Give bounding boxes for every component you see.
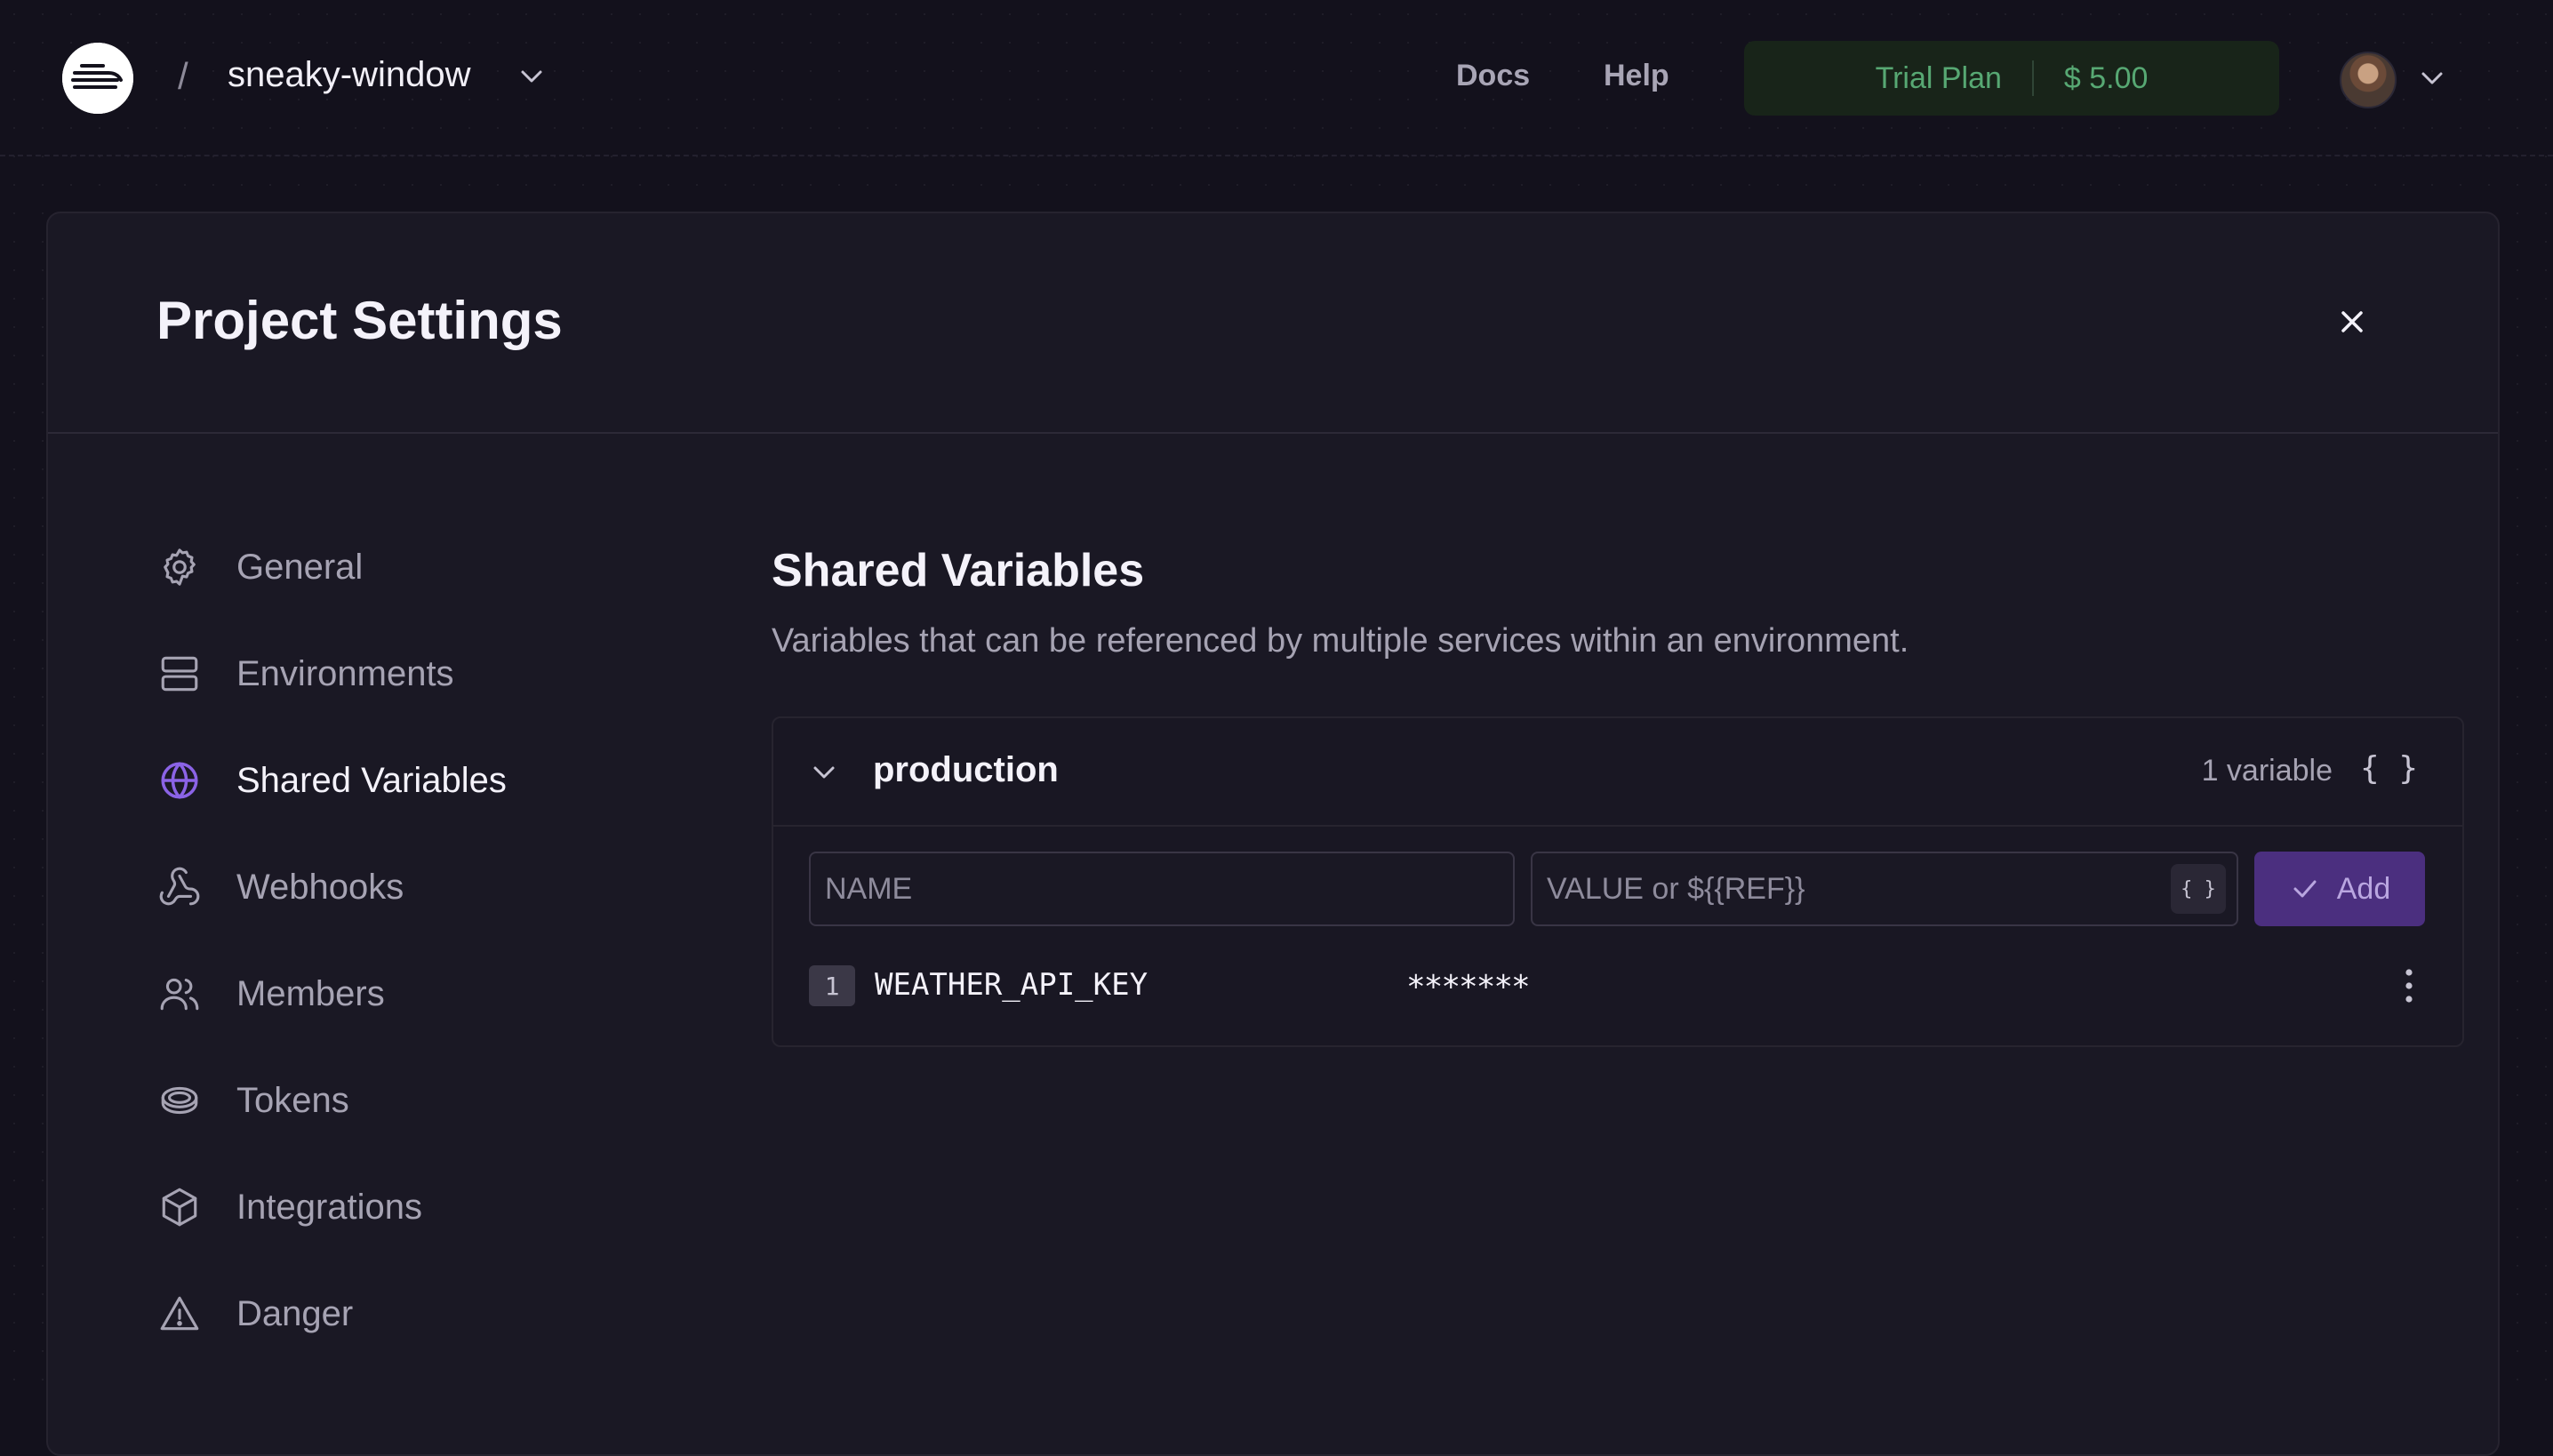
variable-name[interactable]: WEATHER_API_KEY (875, 967, 1148, 1003)
variable-value-input[interactable] (1531, 852, 2238, 926)
warning-icon (156, 1291, 203, 1337)
account-chevron-down-icon[interactable] (2418, 64, 2446, 92)
plan-divider (2031, 60, 2034, 96)
environment-header[interactable]: production 1 variable { } (773, 718, 2462, 827)
webhook-icon (156, 864, 203, 910)
globe-icon (156, 757, 203, 804)
gear-icon (156, 544, 203, 590)
variable-row[interactable]: 1 WEATHER_API_KEY ******* (809, 958, 2427, 1015)
variable-name-input[interactable] (809, 852, 1515, 926)
sidebar-item-tokens[interactable]: Tokens (156, 1074, 349, 1127)
users-icon (156, 971, 203, 1017)
top-bar: / sneaky-window Docs Help Trial Plan $ 5… (0, 0, 2553, 156)
plan-label: Trial Plan (1875, 60, 2002, 95)
sidebar-item-label: Tokens (236, 1080, 349, 1120)
plan-badge[interactable]: Trial Plan $ 5.00 (1744, 41, 2279, 116)
server-icon (156, 651, 203, 697)
cube-icon (156, 1184, 203, 1230)
nav-docs-link[interactable]: Docs (1456, 59, 1530, 93)
variable-index: 1 (809, 965, 855, 1006)
variable-value-masked[interactable]: ******* (1406, 969, 1531, 1005)
more-vertical-icon[interactable] (2391, 964, 2427, 1008)
section-description: Variables that can be referenced by mult… (772, 622, 1909, 660)
sidebar-item-danger[interactable]: Danger (156, 1287, 353, 1340)
raw-editor-braces-icon[interactable]: { } (2360, 750, 2418, 787)
avatar[interactable] (2340, 52, 2397, 108)
environment-name: production (873, 750, 1059, 789)
sidebar-item-members[interactable]: Members (156, 967, 385, 1020)
variable-count: 1 variable (2201, 754, 2333, 788)
project-name[interactable]: sneaky-window (228, 55, 470, 95)
logo-icon[interactable] (62, 43, 133, 114)
sidebar-item-label: Members (236, 973, 385, 1013)
sidebar-item-environments[interactable]: Environments (156, 647, 454, 700)
sidebar-item-label: Integrations (236, 1187, 423, 1227)
nav-help-link[interactable]: Help (1604, 59, 1669, 93)
project-settings-modal: Project Settings General Environments Sh… (46, 212, 2500, 1456)
check-icon (2293, 880, 2317, 898)
modal-header: Project Settings (48, 213, 2498, 434)
sidebar-item-shared-variables[interactable]: Shared Variables (156, 754, 507, 807)
breadcrumb-separator: / (178, 55, 188, 97)
plan-amount: $ 5.00 (2063, 60, 2149, 95)
chevron-down-icon[interactable] (517, 62, 546, 91)
sidebar-item-label: Webhooks (236, 867, 404, 907)
reference-braces-button[interactable]: { } (2171, 864, 2226, 914)
sidebar-item-label: General (236, 547, 364, 587)
token-icon (156, 1077, 203, 1124)
section-title: Shared Variables (772, 545, 1145, 596)
sidebar-item-general[interactable]: General (156, 540, 363, 594)
sidebar-item-label: Environments (236, 653, 454, 693)
environment-card: production 1 variable { } { } Add 1 WEAT… (772, 716, 2464, 1047)
modal-title: Project Settings (156, 291, 563, 350)
close-icon[interactable] (2333, 302, 2372, 341)
sidebar-item-integrations[interactable]: Integrations (156, 1180, 422, 1234)
add-variable-button[interactable]: Add (2254, 852, 2425, 926)
sidebar-item-label: Danger (236, 1293, 354, 1333)
sidebar-item-webhooks[interactable]: Webhooks (156, 860, 404, 914)
chevron-down-icon[interactable] (807, 756, 841, 789)
add-button-label: Add (2336, 871, 2391, 906)
sidebar-item-label: Shared Variables (236, 760, 507, 800)
